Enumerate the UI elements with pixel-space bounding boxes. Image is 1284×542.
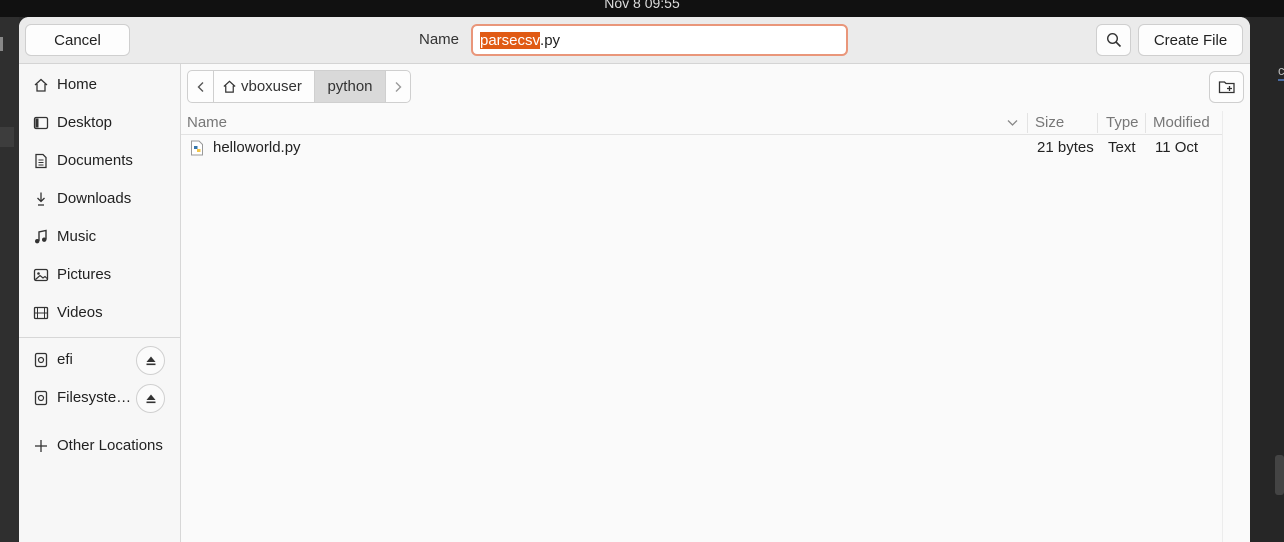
chevron-right-icon: [395, 81, 402, 92]
plus-icon: [35, 440, 47, 452]
file-size: 21 bytes: [1037, 139, 1094, 156]
picture-icon: [33, 268, 49, 282]
column-header-modified[interactable]: Modified: [1153, 114, 1210, 131]
sidebar-item-label: Documents: [57, 152, 133, 169]
search-icon: [1106, 32, 1121, 48]
column-header-type[interactable]: Type: [1106, 114, 1139, 131]
drive-icon: [34, 390, 48, 406]
dialog-header: Cancel Name parsecsv .py Create File: [19, 17, 1250, 64]
sidebar-item-label: Pictures: [57, 266, 112, 283]
path-segment-home[interactable]: vboxuser: [214, 70, 315, 103]
eject-button[interactable]: [136, 384, 165, 413]
cancel-button[interactable]: Cancel: [25, 24, 130, 56]
filename-input[interactable]: parsecsv .py: [471, 24, 848, 56]
name-label: Name: [419, 31, 460, 48]
sidebar-item-music[interactable]: Music: [19, 219, 180, 255]
drive-icon: [34, 352, 48, 368]
home-icon: [223, 80, 236, 93]
path-bar: vboxuser python: [187, 70, 411, 103]
background-window-right: c: [1250, 17, 1284, 542]
eject-icon: [146, 394, 155, 403]
eject-button[interactable]: [136, 346, 165, 375]
system-top-bar: Nov 8 09:55: [0, 0, 1284, 17]
desktop-icon: [33, 116, 49, 130]
sidebar-item-label: Desktop: [57, 114, 113, 131]
sidebar-item-other-locations[interactable]: Other Locations: [19, 428, 180, 464]
background-fragment: [1278, 79, 1284, 81]
background-fragment-text: c: [1278, 63, 1284, 78]
python-file-icon: [191, 140, 203, 156]
sidebar-separator: [19, 337, 180, 338]
background-fragment: [1275, 455, 1284, 495]
sidebar-item-downloads[interactable]: Downloads: [19, 181, 180, 217]
chevron-down-icon[interactable]: [1007, 119, 1018, 127]
document-icon: [35, 153, 47, 169]
path-segment-label: python: [327, 78, 373, 95]
path-segment-python[interactable]: python: [315, 70, 386, 103]
sidebar-item-filesystem[interactable]: Filesyste…: [19, 380, 180, 416]
column-separator: [1145, 113, 1146, 133]
sidebar-item-label: Other Locations: [57, 437, 163, 454]
system-clock[interactable]: Nov 8 09:55: [0, 0, 1284, 11]
table-row[interactable]: helloworld.py 21 bytes Text 11 Oct: [181, 136, 1222, 160]
home-icon: [34, 78, 48, 92]
filename-selected-text: parsecsv: [480, 31, 541, 49]
path-forward-button[interactable]: [386, 70, 411, 103]
sidebar-item-label: Music: [57, 228, 97, 245]
sidebar-item-label: Videos: [57, 304, 103, 321]
create-file-button[interactable]: Create File: [1138, 24, 1243, 56]
eject-icon: [146, 356, 155, 365]
path-segment-label: vboxuser: [241, 78, 302, 95]
column-separator: [1097, 113, 1098, 133]
chevron-left-icon: [197, 81, 203, 92]
column-separator: [1027, 113, 1028, 133]
background-fragment: [0, 127, 14, 147]
new-folder-icon: [1218, 81, 1235, 94]
music-icon: [35, 229, 47, 244]
file-name: helloworld.py: [213, 139, 301, 156]
download-icon: [37, 192, 45, 206]
sidebar-item-label: Home: [57, 76, 98, 93]
filename-extension-text: .py: [540, 31, 561, 49]
background-window-left: [0, 17, 19, 542]
sidebar-item-pictures[interactable]: Pictures: [19, 257, 180, 293]
column-header-size[interactable]: Size: [1035, 114, 1064, 131]
scrollbar-gutter[interactable]: [1222, 111, 1250, 542]
file-type: Text: [1108, 139, 1136, 156]
sidebar-item-home[interactable]: Home: [19, 67, 180, 103]
search-button[interactable]: [1096, 24, 1131, 56]
file-modified: 11 Oct: [1155, 139, 1199, 156]
new-folder-button[interactable]: [1209, 71, 1244, 103]
sidebar-item-desktop[interactable]: Desktop: [19, 105, 180, 141]
path-back-button[interactable]: [187, 70, 214, 103]
sidebar-item-label: efi: [57, 351, 73, 368]
sidebar-item-label: Filesyste…: [57, 389, 132, 406]
column-header-name[interactable]: Name: [187, 114, 227, 131]
background-fragment: [0, 37, 3, 51]
sidebar-item-label: Downloads: [57, 190, 132, 207]
sidebar: Home Desktop Documents Downloads Music P…: [19, 64, 181, 542]
file-list-header: Name Size Type Modified: [181, 111, 1222, 135]
video-icon: [33, 306, 49, 320]
create-file-dialog: Cancel Name parsecsv .py Create File Home…: [19, 17, 1250, 542]
sidebar-item-efi[interactable]: efi: [19, 342, 180, 378]
sidebar-item-videos[interactable]: Videos: [19, 295, 180, 331]
sidebar-item-documents[interactable]: Documents: [19, 143, 180, 179]
